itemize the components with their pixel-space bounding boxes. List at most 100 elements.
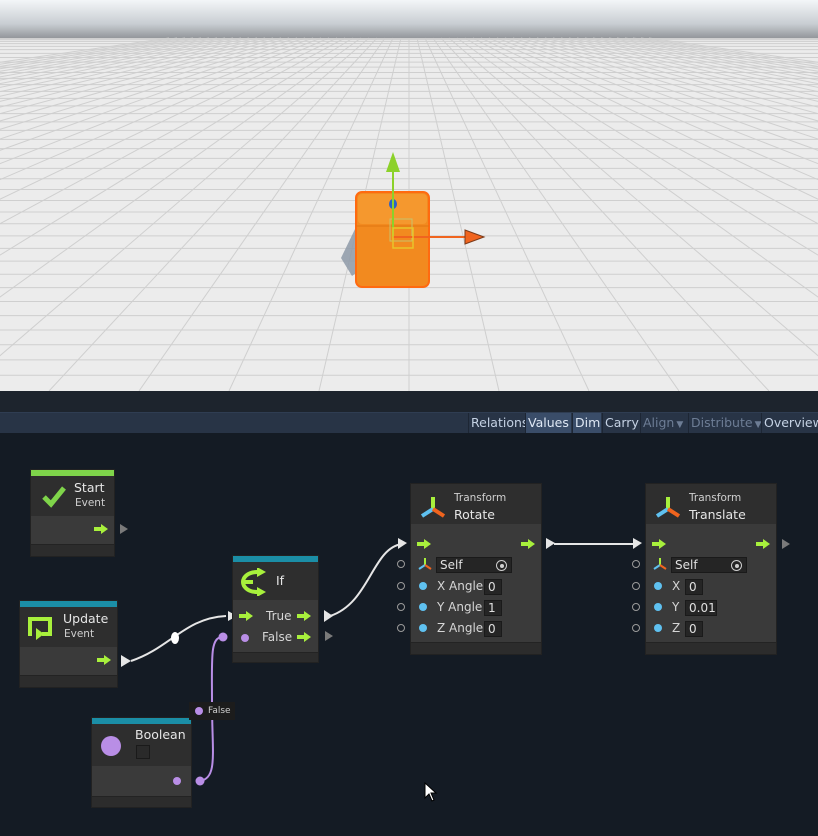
z-label: Z <box>672 621 681 635</box>
target-object-field[interactable]: Self <box>671 557 747 573</box>
target-value: Self <box>440 558 463 572</box>
node-subtitle: Event <box>64 628 95 640</box>
y-angle-port[interactable] <box>419 603 427 611</box>
y-angle-field[interactable]: 1 <box>484 600 502 616</box>
y-field[interactable]: 0.01 <box>685 600 717 616</box>
z-field[interactable]: 0 <box>685 621 703 637</box>
tooltip-text: False <box>208 706 231 716</box>
target-input-port[interactable] <box>397 560 405 568</box>
flow-output-arrow-icon[interactable] <box>97 655 111 665</box>
node-title: Update <box>63 611 109 626</box>
flow-input-arrow-icon[interactable] <box>239 611 253 621</box>
boolean-dot-icon <box>195 707 203 715</box>
node-title: Boolean <box>135 727 186 742</box>
caret-down-icon: ▼ <box>676 420 684 430</box>
transform-small-icon <box>653 558 667 570</box>
node-footer <box>31 544 114 556</box>
node-subtitle: Event <box>75 497 106 509</box>
relations-button[interactable]: Relations <box>468 413 528 433</box>
transform-small-icon <box>418 558 432 570</box>
if-node[interactable]: If True False <box>232 555 319 663</box>
node-header: Transform Translate <box>646 484 776 524</box>
node-title: Start <box>74 480 105 495</box>
z-port[interactable] <box>654 624 662 632</box>
output-port-icon[interactable] <box>782 539 790 549</box>
boolean-checkbox[interactable] <box>136 745 150 759</box>
x-angle-port[interactable] <box>419 582 427 590</box>
carry-label: Carry <box>605 415 639 430</box>
node-header: Boolean <box>92 724 191 766</box>
false-output-arrow-icon[interactable] <box>297 632 311 642</box>
y-port[interactable] <box>654 603 662 611</box>
object-picker-icon[interactable] <box>496 560 507 571</box>
target-object-field[interactable]: Self <box>436 557 512 573</box>
wire-value-tooltip: False <box>189 702 235 720</box>
check-icon <box>42 486 66 508</box>
graph-toolbar: Relations Values Dim Carry Align ▼ Distri… <box>0 412 818 433</box>
object-picker-icon[interactable] <box>731 560 742 571</box>
true-output-arrow-icon[interactable] <box>297 611 311 621</box>
target-value: Self <box>675 558 698 572</box>
node-footer <box>92 796 191 807</box>
z-angle-input-port[interactable] <box>397 624 405 632</box>
x-angle-field[interactable]: 0 <box>484 579 502 595</box>
x-angle-label: X Angle <box>437 579 484 593</box>
y-label: Y <box>672 600 680 614</box>
distribute-dropdown[interactable]: Distribute ▼ <box>688 413 762 433</box>
y-angle-label: Y Angle <box>437 600 483 614</box>
flow-output-arrow-icon[interactable] <box>521 539 535 549</box>
wire-reroute-dot <box>171 632 179 644</box>
flow-wire-if-rotate <box>329 543 403 617</box>
dim-button[interactable]: Dim <box>572 413 601 433</box>
flow-output-arrow-icon[interactable] <box>94 524 108 534</box>
relations-label: Relations <box>471 415 529 430</box>
node-footer <box>411 642 541 654</box>
x-input-port[interactable] <box>632 582 640 590</box>
mouse-cursor-icon <box>424 782 438 802</box>
transform-icon <box>420 497 446 518</box>
z-angle-port[interactable] <box>419 624 427 632</box>
node-title: Rotate <box>454 507 495 522</box>
y-angle-input-port[interactable] <box>397 603 405 611</box>
overview-button[interactable]: Overview <box>761 413 818 433</box>
flow-input-arrow-icon[interactable] <box>417 539 431 549</box>
node-footer <box>233 652 318 662</box>
flow-input-arrow-icon[interactable] <box>652 539 666 549</box>
flow-output-arrow-icon[interactable] <box>756 539 770 549</box>
transform-rotate-node[interactable]: Transform Rotate Self X Angle 0 Y Angle … <box>410 483 542 655</box>
condition-input-port[interactable] <box>241 634 249 642</box>
start-event-node[interactable]: Start Event <box>30 469 115 557</box>
branch-icon <box>240 568 266 596</box>
z-input-port[interactable] <box>632 624 640 632</box>
node-header: If <box>233 562 318 600</box>
true-port-label: True <box>266 609 292 623</box>
node-footer <box>646 642 776 654</box>
boolean-node[interactable]: Boolean <box>91 717 192 808</box>
transform-translate-node[interactable]: Transform Translate Self X 0 Y 0.01 Z 0 <box>645 483 777 655</box>
distribute-label: Distribute <box>691 415 753 430</box>
carry-button[interactable]: Carry <box>602 413 639 433</box>
output-port-icon[interactable] <box>120 524 128 534</box>
align-dropdown[interactable]: Align ▼ <box>640 413 687 433</box>
scene-view[interactable] <box>0 0 818 391</box>
transform-icon <box>655 497 681 518</box>
x-port[interactable] <box>654 582 662 590</box>
loop-icon <box>28 617 52 640</box>
graph-canvas[interactable]: Start Event Update Event If True False T… <box>0 433 818 836</box>
x-field[interactable]: 0 <box>685 579 703 595</box>
align-label: Align <box>643 415 675 430</box>
scene-viewport[interactable] <box>0 0 818 391</box>
update-event-node[interactable]: Update Event <box>19 600 118 688</box>
values-button[interactable]: Values <box>525 413 571 433</box>
y-input-port[interactable] <box>632 603 640 611</box>
z-angle-field[interactable]: 0 <box>484 621 502 637</box>
output-port-icon[interactable] <box>325 631 333 641</box>
node-header: Transform Rotate <box>411 484 541 524</box>
node-title: Translate <box>689 507 746 522</box>
dim-label: Dim <box>575 415 601 430</box>
node-header: Start Event <box>31 476 114 516</box>
x-angle-input-port[interactable] <box>397 582 405 590</box>
value-output-port[interactable] <box>173 777 181 785</box>
false-port-label: False <box>262 630 293 644</box>
target-input-port[interactable] <box>632 560 640 568</box>
